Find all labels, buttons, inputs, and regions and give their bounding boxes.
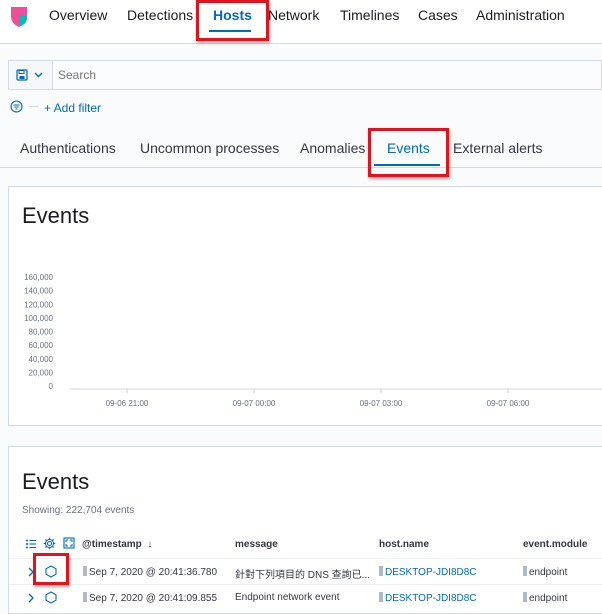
drag-handle-icon[interactable] [523, 592, 527, 602]
nav-timelines[interactable]: Timelines [340, 7, 399, 23]
saved-query-button[interactable] [9, 61, 53, 89]
tab-anomalies[interactable]: Anomalies [300, 140, 365, 156]
gear-icon[interactable] [43, 537, 56, 550]
drag-handle-icon[interactable] [523, 566, 527, 576]
nav-network[interactable]: Network [268, 7, 319, 23]
column-header-host-name[interactable]: host.name [379, 539, 429, 550]
table-row: Sep 7, 2020 @ 20:41:09.855 Endpoint netw… [9, 584, 602, 610]
tab-events[interactable]: Events [387, 140, 430, 156]
list-columns-icon[interactable] [25, 538, 37, 550]
cell-event-module: endpoint [523, 566, 567, 578]
cell-message: Endpoint network event [235, 592, 340, 603]
column-header-event-module[interactable]: event.module [523, 539, 587, 550]
sort-descending-icon: ↓ [144, 539, 153, 550]
tab-uncommon-processes[interactable]: Uncommon processes [140, 140, 279, 156]
cell-timestamp: Sep 7, 2020 @ 20:41:36.780 [83, 566, 217, 578]
chevron-right-icon[interactable] [28, 567, 34, 577]
top-navigation: Overview Detections Hosts Network Timeli… [0, 0, 602, 44]
column-header-message[interactable]: message [235, 539, 278, 550]
y-tick-label: 80,000 [29, 328, 54, 337]
save-icon [16, 69, 28, 81]
event-details-icon[interactable] [45, 591, 57, 604]
cell-event-module: endpoint [523, 592, 567, 604]
y-tick-label: 140,000 [24, 287, 53, 296]
filter-icon[interactable] [10, 100, 23, 113]
chevron-down-icon [34, 72, 43, 78]
column-header-timestamp[interactable]: @timestamp ↓ [82, 539, 152, 550]
y-tick-label: 20,000 [29, 368, 54, 377]
nav-cases[interactable]: Cases [418, 7, 458, 23]
x-tick-label: 09-07 06:00 [487, 399, 530, 408]
nav-active-underline [209, 30, 251, 32]
drag-handle-icon[interactable] [379, 592, 383, 602]
elastic-security-logo-icon[interactable] [10, 6, 28, 28]
events-histogram-chart: 160,000 140,000 120,000 100,000 80,000 60,000… [24, 273, 602, 408]
search-bar [8, 60, 602, 90]
tab-external-alerts[interactable]: External alerts [453, 140, 542, 156]
nav-detections[interactable]: Detections [127, 7, 193, 23]
fullscreen-icon[interactable] [63, 537, 75, 549]
filter-divider [29, 106, 39, 107]
cell-message: 針對下列項目的 DNS 查詢已... [235, 570, 371, 581]
events-table-title: Events [22, 469, 90, 494]
drag-handle-icon[interactable] [83, 566, 87, 576]
table-row: Sep 7, 2020 @ 20:41:36.780 針對下列項目的 DNS 查… [9, 558, 602, 584]
chevron-right-icon[interactable] [28, 593, 34, 603]
events-count: Showing: 222,704 events [22, 505, 135, 516]
nav-administration[interactable]: Administration [476, 7, 565, 23]
cell-host-name[interactable]: DESKTOP-JDI8D8C [379, 592, 477, 604]
y-tick-label: 40,000 [29, 355, 54, 364]
x-tick-label: 09-06 21:00 [106, 399, 149, 408]
add-filter-link[interactable]: + Add filter [44, 101, 101, 115]
y-tick-label: 60,000 [29, 341, 54, 350]
search-input[interactable] [53, 61, 601, 89]
y-tick-label: 0 [49, 382, 54, 391]
event-details-icon[interactable] [45, 565, 57, 578]
x-tick-label: 09-07 00:00 [233, 399, 276, 408]
y-tick-label: 120,000 [24, 300, 53, 309]
x-tick-label: 09-07 03:00 [360, 399, 403, 408]
nav-overview[interactable]: Overview [49, 7, 107, 23]
hosts-tabs: Authentications Uncommon processes Anoma… [0, 128, 602, 168]
cell-timestamp: Sep 7, 2020 @ 20:41:09.855 [83, 592, 217, 604]
y-tick-label: 100,000 [24, 314, 53, 323]
tab-active-underline [374, 164, 440, 166]
y-tick-label: 160,000 [24, 273, 53, 282]
nav-hosts[interactable]: Hosts [213, 7, 252, 23]
drag-handle-icon[interactable] [83, 592, 87, 602]
cell-host-name[interactable]: DESKTOP-JDI8D8C [379, 566, 477, 578]
tab-authentications[interactable]: Authentications [20, 140, 116, 156]
events-table-panel: Events Showing: 222,704 events @timestam… [8, 446, 602, 614]
drag-handle-icon[interactable] [379, 566, 383, 576]
events-histogram-panel: Events 160,000 140,000 120,000 100,000 80,00… [8, 186, 602, 426]
